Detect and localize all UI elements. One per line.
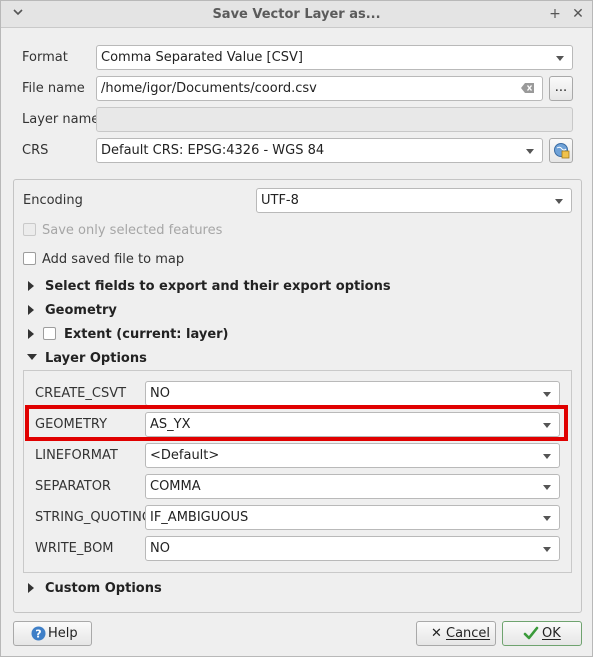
crs-select[interactable]: Default CRS: EPSG:4326 - WGS 84 xyxy=(96,138,543,163)
svg-text:?: ? xyxy=(35,628,41,641)
layer-option-select[interactable]: NO xyxy=(145,536,560,561)
chevron-down-icon xyxy=(556,56,564,61)
layer-option-value: NO xyxy=(150,541,170,556)
layer-option-value: NO xyxy=(150,386,170,401)
ok-button[interactable]: OK xyxy=(502,621,582,646)
close-icon[interactable]: ✕ xyxy=(569,5,587,23)
layer-option-value: <Default> xyxy=(150,448,220,463)
save-selected-checkbox xyxy=(23,223,36,236)
layername-input xyxy=(96,107,573,132)
cancel-button[interactable]: ✕ Cancel xyxy=(416,621,496,646)
checkmark-icon xyxy=(523,626,539,645)
collapse-arrow-icon[interactable] xyxy=(27,354,37,360)
maximize-icon[interactable]: + xyxy=(546,5,564,23)
expand-arrow-icon[interactable] xyxy=(28,583,34,593)
crs-label: CRS xyxy=(22,143,49,158)
encoding-select[interactable]: UTF-8 xyxy=(256,188,572,213)
cancel-button-label: Cancel xyxy=(446,626,491,641)
filename-label: File name xyxy=(22,81,85,96)
save-selected-label: Save only selected features xyxy=(42,223,223,238)
layer-option-key: CREATE_CSVT xyxy=(35,386,127,401)
chevron-down-icon xyxy=(555,199,563,204)
chevron-down-icon xyxy=(526,149,534,154)
section-select-fields[interactable]: Select fields to export and their export… xyxy=(45,279,391,294)
format-value: Comma Separated Value [CSV] xyxy=(101,50,303,65)
layer-option-key: SEPARATOR xyxy=(35,479,111,494)
add-to-map-label[interactable]: Add saved file to map xyxy=(42,252,184,267)
encoding-label: Encoding xyxy=(23,193,83,208)
format-select[interactable]: Comma Separated Value [CSV] xyxy=(96,45,573,70)
help-button[interactable]: ? Help xyxy=(13,621,92,646)
layer-option-key: WRITE_BOM xyxy=(35,541,114,556)
chevron-down-icon xyxy=(543,516,551,521)
filename-input[interactable]: /home/igor/Documents/coord.csv xyxy=(96,76,543,101)
section-custom-options[interactable]: Custom Options xyxy=(45,581,162,596)
chevron-down-icon xyxy=(543,392,551,397)
help-button-label: Help xyxy=(48,626,78,641)
clear-icon[interactable] xyxy=(521,82,535,98)
layer-option-select[interactable]: COMMA xyxy=(145,474,560,499)
title-bar: Save Vector Layer as... + ✕ xyxy=(1,1,592,28)
layer-option-value: IF_AMBIGUOUS xyxy=(150,510,249,525)
highlight-box xyxy=(25,405,568,441)
crs-value: Default CRS: EPSG:4326 - WGS 84 xyxy=(101,143,325,158)
save-vector-layer-dialog: Save Vector Layer as... + ✕ Format Comma… xyxy=(0,0,593,657)
format-label: Format xyxy=(22,50,68,65)
layer-option-value: COMMA xyxy=(150,479,201,494)
expand-arrow-icon[interactable] xyxy=(28,305,34,315)
layer-option-key: STRING_QUOTING xyxy=(35,510,152,525)
layer-option-select[interactable]: IF_AMBIGUOUS xyxy=(145,505,560,530)
expand-arrow-icon[interactable] xyxy=(28,281,34,291)
layer-option-select[interactable]: NO xyxy=(145,381,560,406)
layername-label: Layer name xyxy=(22,112,100,127)
encoding-value: UTF-8 xyxy=(261,193,299,208)
browse-button[interactable]: ... xyxy=(549,76,573,101)
layer-option-key: LINEFORMAT xyxy=(35,448,118,463)
section-extent[interactable]: Extent (current: layer) xyxy=(64,327,229,342)
section-geometry[interactable]: Geometry xyxy=(45,303,117,318)
layer-option-select[interactable]: <Default> xyxy=(145,443,560,468)
extent-checkbox[interactable] xyxy=(43,327,56,340)
globe-icon xyxy=(553,142,570,163)
chevron-down-icon xyxy=(543,547,551,552)
ok-button-label: OK xyxy=(542,626,561,641)
add-to-map-checkbox[interactable] xyxy=(23,252,36,265)
window-title: Save Vector Layer as... xyxy=(212,7,381,22)
chevron-down-icon xyxy=(543,454,551,459)
section-layer-options[interactable]: Layer Options xyxy=(45,351,147,366)
crs-selector-button[interactable] xyxy=(549,138,573,163)
expand-arrow-icon[interactable] xyxy=(28,329,34,339)
cancel-icon: ✕ xyxy=(431,626,442,641)
chevron-down-icon xyxy=(543,485,551,490)
filename-value: /home/igor/Documents/coord.csv xyxy=(101,81,317,96)
help-icon: ? xyxy=(31,626,46,645)
